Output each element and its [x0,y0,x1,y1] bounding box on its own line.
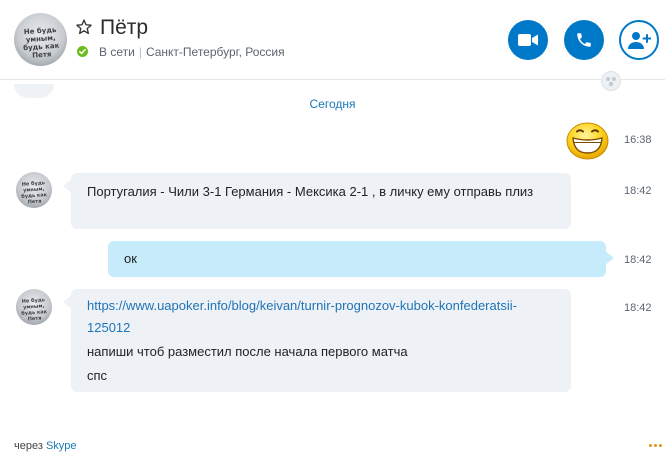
add-person-icon [628,32,651,49]
avatar-shirt-text: Не будь умным, будь как Петя [21,297,48,323]
message-text: спс [87,368,108,383]
message-time: 18:42 [624,302,652,314]
message-link[interactable]: https://www.uapoker.info/blog/keivan/tur… [87,295,555,339]
more-options-icon[interactable] [649,444,663,448]
sender-avatar[interactable]: Не будь умным, будь как Петя [16,172,52,208]
video-camera-icon [518,34,538,46]
message-time: 18:42 [624,254,652,266]
phone-icon [577,33,591,47]
message-time: 18:42 [624,185,652,197]
audio-call-button[interactable] [564,20,604,60]
outgoing-message[interactable]: ок [108,241,614,277]
contact-name[interactable]: Пётр [100,16,148,40]
add-people-button[interactable] [619,20,659,60]
video-call-button[interactable] [508,20,548,60]
chat-header: Не будь умным, будь как Петя Пётр В сети… [0,0,665,80]
via-text: через [14,440,43,452]
favorite-star-icon[interactable] [75,18,93,36]
smiley-face-icon [606,77,616,87]
incoming-message[interactable]: https://www.uapoker.info/blog/keivan/tur… [63,289,571,392]
date-separator: Сегодня [309,97,356,111]
contact-avatar[interactable]: Не будь умным, будь как Петя [14,13,67,66]
grinning-emoji-icon[interactable] [566,122,609,160]
online-status-icon [77,46,88,57]
location-text: Санкт-Петербург, Россия [145,45,285,59]
message-text: напиши чтоб разместил после начала перво… [87,344,408,359]
status-line: В сети | Санкт-Петербург, Россия [99,45,285,59]
status-separator: | [138,45,142,59]
skype-link[interactable]: Skype [46,440,77,452]
incoming-message[interactable]: Португалия - Чили 3-1 Германия - Мексика… [63,173,571,229]
emoticon-picker-button[interactable] [601,71,621,91]
message-text: Португалия - Чили 3-1 Германия - Мексика… [87,184,534,199]
message-text: ок [124,251,137,266]
message-time: 16:38 [624,134,652,146]
sender-avatar[interactable]: Не будь умным, будь как Петя [16,289,52,325]
via-skype-footer: через Skype [14,440,77,452]
previous-message-fragment [14,84,54,98]
status-text: В сети [99,45,135,59]
avatar-shirt-text: Не будь умным, будь как Петя [21,180,48,206]
avatar-shirt-text: Не будь умным, будь как Петя [22,25,60,60]
